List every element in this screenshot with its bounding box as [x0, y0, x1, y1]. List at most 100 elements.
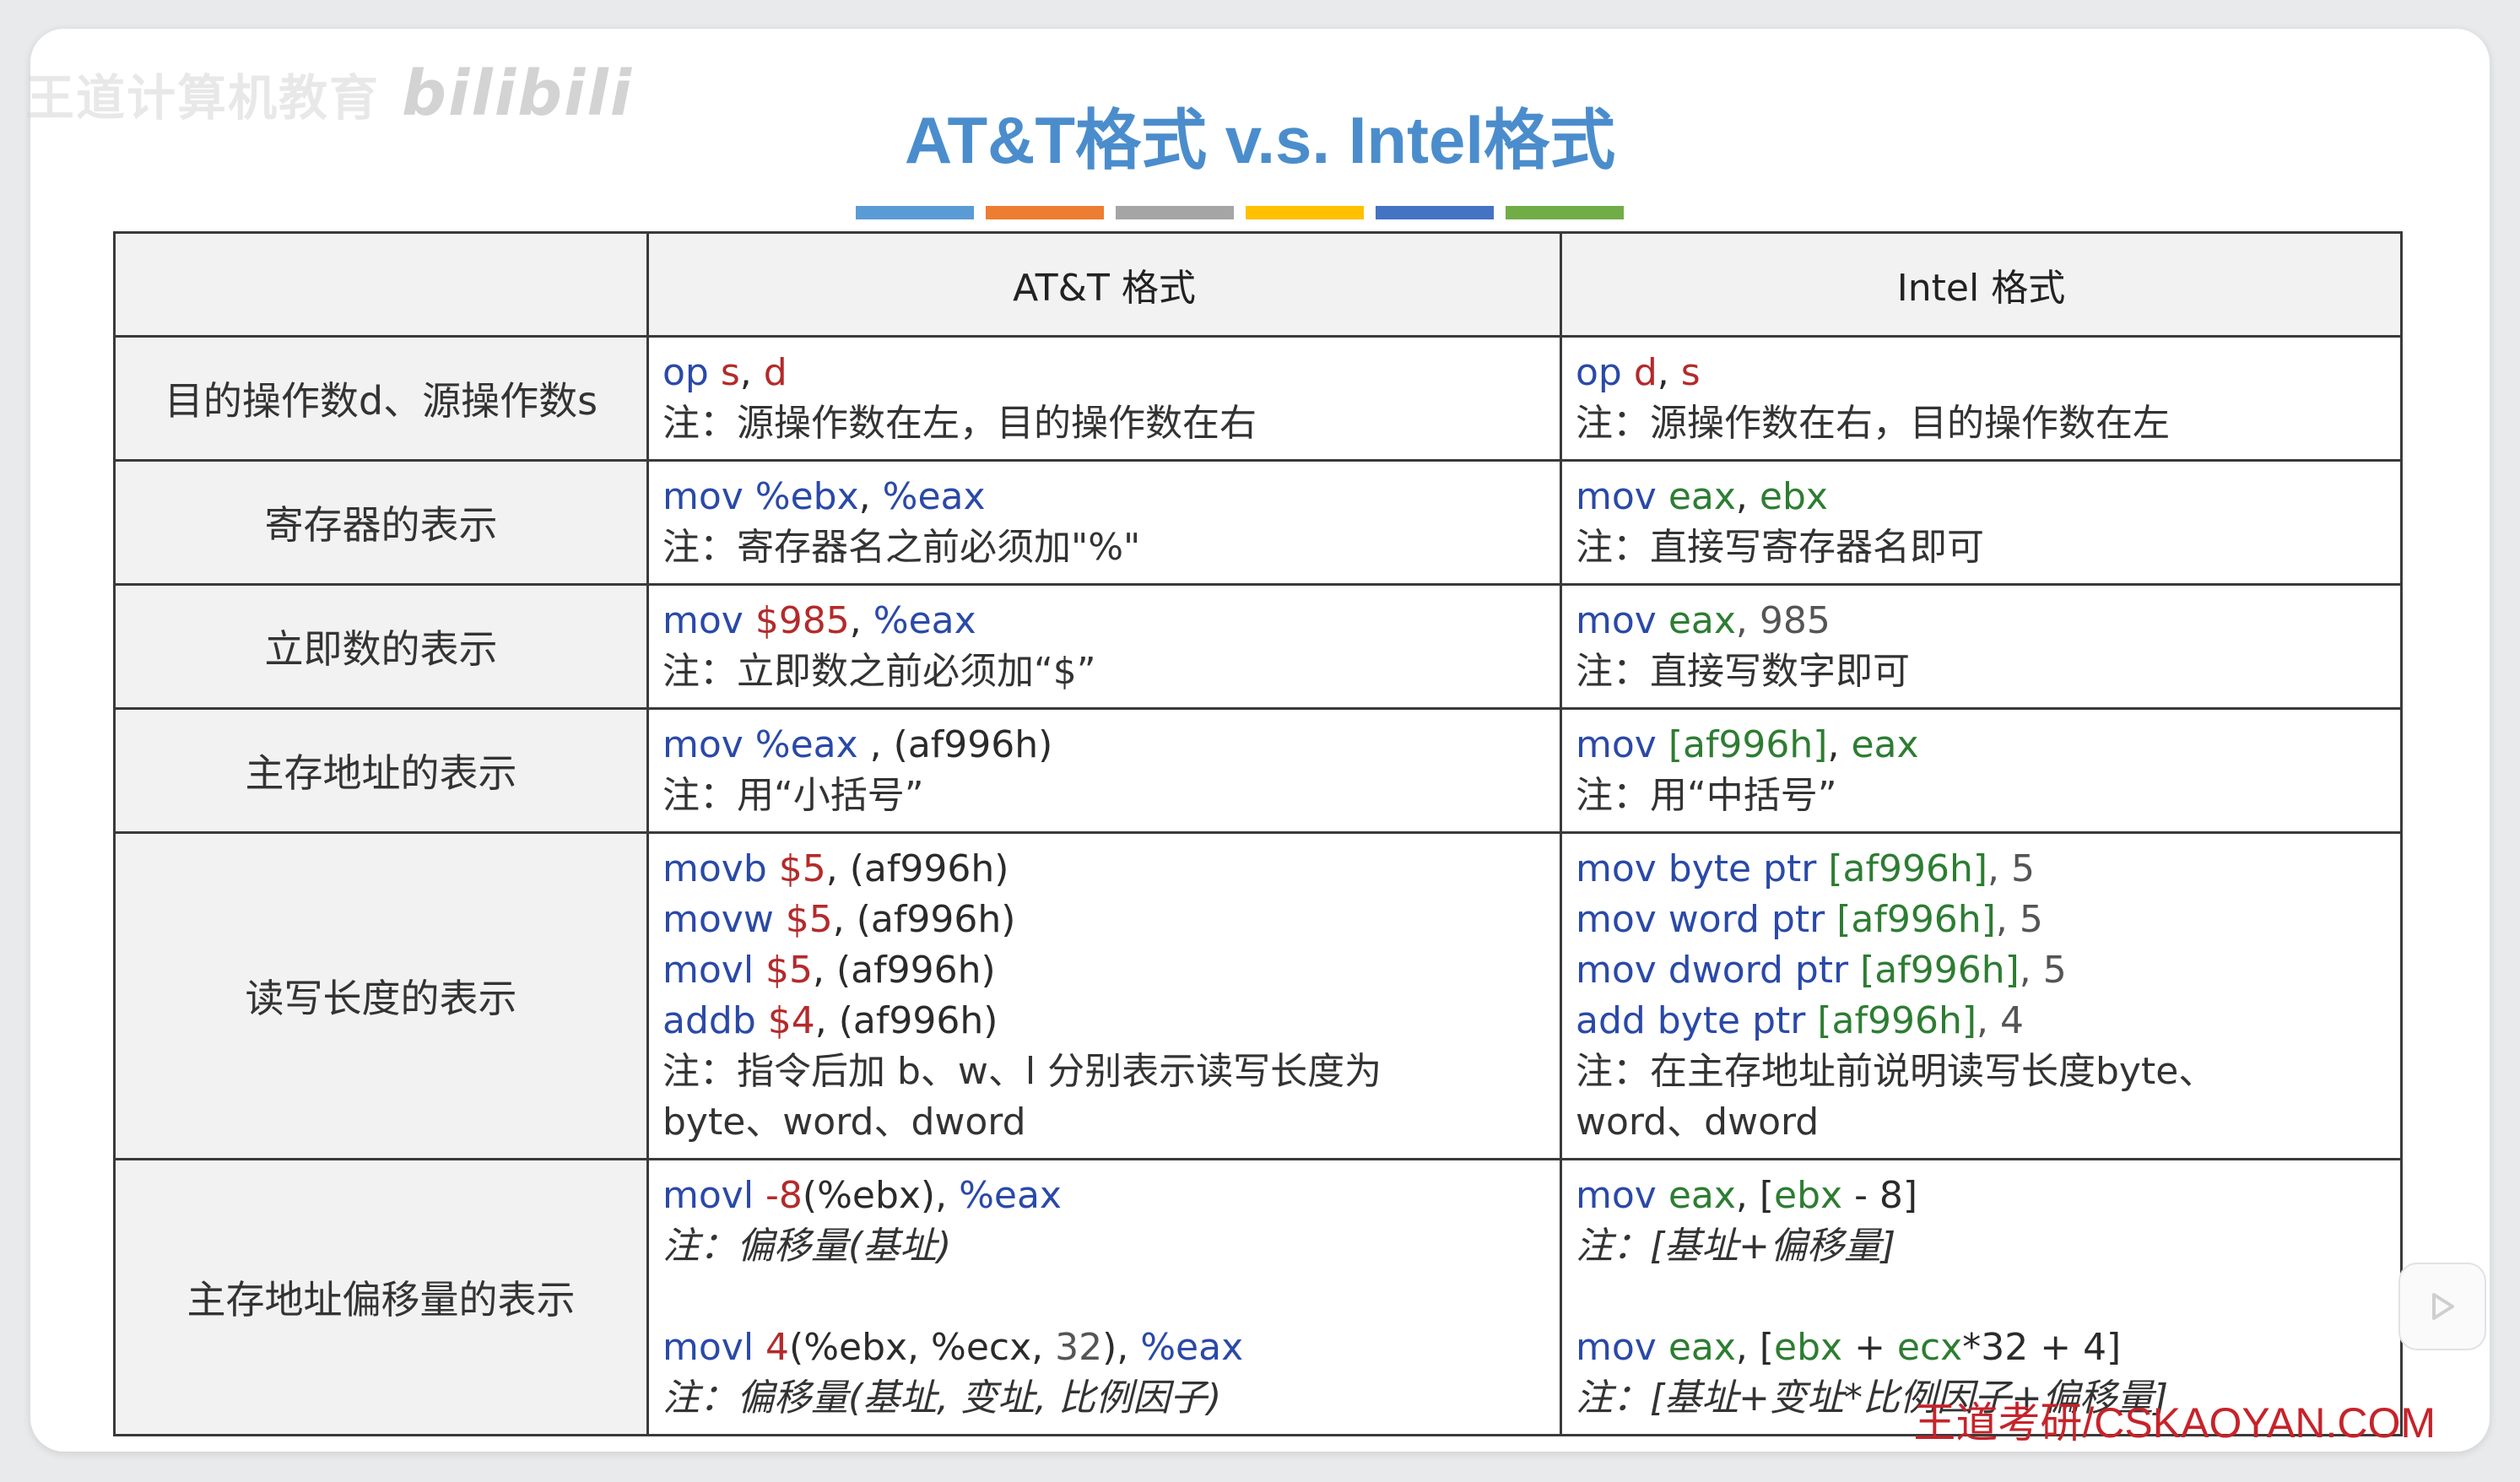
code-line: mov dword ptr [af996h], 5: [1576, 945, 2387, 996]
code-token: , 985: [1735, 599, 1831, 642]
code-line: mov word ptr [af996h], 5: [1576, 895, 2387, 945]
att-cell: op s, d 注：源操作数在左，目的操作数在右: [646, 335, 1562, 462]
code-token: ,: [1827, 723, 1852, 766]
code-token: $4: [767, 999, 815, 1042]
stripe-segment: [856, 206, 974, 219]
code-token: ebx: [1774, 1174, 1843, 1217]
stripe-segment: [986, 206, 1104, 219]
note-text: 注：立即数之前必须加“$”: [662, 650, 1096, 693]
att-cell: movb $5, (af996h) movw $5, (af996h) movl $…: [646, 831, 1562, 1160]
code-token: %eax: [1140, 1326, 1244, 1369]
code-token: [af996h]: [1836, 898, 1996, 941]
play-icon: [2432, 1293, 2454, 1320]
code-line: 注：源操作数在左，目的操作数在右: [662, 398, 1546, 449]
page-title: AT&T格式 v.s. Intel格式: [904, 103, 1616, 177]
code-token: addb: [662, 999, 768, 1042]
code-line: byte、word、dword: [662, 1097, 1546, 1148]
code-token: movb: [662, 847, 779, 890]
note-text: 注：寄存器名之前必须加"%": [662, 526, 1141, 569]
note-text: 注：源操作数在右，目的操作数在左: [1576, 402, 2170, 445]
att-cell: movl -8(%ebx), %eax 注：偏移量(基址) movl 4(%ebx,…: [646, 1158, 1562, 1436]
table-row: 读写长度的表示 movb $5, (af996h) movw $5, (af996h…: [113, 831, 2403, 1160]
note-text: 注：用“小括号”: [662, 774, 924, 817]
code-token: , 5: [1987, 847, 2035, 890]
row-label: 目的操作数d、源操作数s: [113, 335, 649, 462]
intel-cell: mov eax, 985 注：直接写数字即可: [1560, 583, 2403, 710]
note-text: byte、word、dword: [662, 1101, 1026, 1144]
code-line: mov %ebx, %eax: [662, 472, 1546, 522]
code-token: , 5: [2019, 949, 2067, 992]
code-token: mov: [1576, 599, 1668, 642]
code-token: , (af996h): [813, 949, 996, 992]
code-token: s: [1680, 351, 1701, 394]
code-line: movw $5, (af996h): [662, 895, 1546, 945]
note-text: word、dword: [1576, 1101, 1820, 1144]
code-token: ,: [858, 475, 883, 518]
code-token: , (af996h): [825, 847, 1009, 890]
code-line: mov eax, [ebx - 8]: [1576, 1171, 2387, 1221]
code-line: mov byte ptr [af996h], 5: [1576, 844, 2387, 895]
code-token: ,: [1657, 351, 1681, 394]
code-token: [af996h]: [1817, 999, 1977, 1042]
play-button[interactable]: [2398, 1263, 2486, 1350]
table-row: 主存地址的表示 mov %eax , (af996h) 注：用“小括号” mov [a…: [113, 707, 2403, 834]
code-token: d: [1633, 351, 1657, 394]
code-line: 注：偏移量(基址): [662, 1221, 1546, 1272]
code-line: mov %eax , (af996h): [662, 720, 1546, 771]
code-line: movl -8(%ebx), %eax: [662, 1171, 1546, 1221]
note-text: 注：在主存地址前说明读写长度byte、: [1576, 1050, 2216, 1093]
table-header-row: AT&T 格式 Intel 格式: [113, 231, 2403, 338]
code-token: eax: [1668, 1326, 1736, 1369]
code-token: 4: [765, 1326, 790, 1369]
code-token: %eax: [882, 475, 986, 518]
code-line: op s, d: [662, 348, 1546, 398]
code-token: movl: [662, 949, 766, 992]
table-row: 立即数的表示 mov $985, %eax 注：立即数之前必须加“$” mov eax…: [113, 583, 2403, 710]
row-label: 主存地址的表示: [113, 707, 649, 834]
code-token: , (af996h): [857, 723, 1053, 766]
code-token: ,: [849, 599, 873, 642]
code-token: mov: [1576, 1326, 1668, 1369]
code-token: eax: [1668, 1174, 1736, 1217]
code-line: 注：[基址+偏移量]: [1576, 1221, 2387, 1272]
row-label: 读写长度的表示: [113, 831, 649, 1160]
code-token: mov: [1576, 723, 1668, 766]
row-label: 寄存器的表示: [113, 459, 649, 586]
code-token: , (af996h): [832, 898, 1016, 941]
code-token: mov byte ptr: [1576, 847, 1829, 890]
code-line: op d, s: [1576, 348, 2387, 398]
code-token: -8: [765, 1174, 803, 1217]
code-token: [af996h]: [1668, 723, 1828, 766]
code-token: mov: [1576, 475, 1668, 518]
code-token: ebx: [1759, 475, 1828, 518]
code-line: movl $5, (af996h): [662, 945, 1546, 996]
code-line: movl 4(%ebx, %ecx, 32), %eax: [662, 1322, 1546, 1373]
code-token: [af996h]: [1860, 949, 2020, 992]
code-token: +: [1842, 1326, 1897, 1369]
row-label: 立即数的表示: [113, 583, 649, 710]
table-row: 寄存器的表示 mov %ebx, %eax 注：寄存器名之前必须加"%" mov ea…: [113, 459, 2403, 586]
code-token: , [: [1735, 1174, 1775, 1217]
code-line: add byte ptr [af996h], 4: [1576, 996, 2387, 1047]
code-token: , 5: [1995, 898, 2043, 941]
intel-cell: mov byte ptr [af996h], 5 mov word ptr [af…: [1560, 831, 2403, 1160]
code-token: $985: [754, 599, 850, 642]
color-stripe: [856, 206, 1624, 219]
code-line: movb $5, (af996h): [662, 844, 1546, 895]
code-token: ),: [1102, 1326, 1141, 1369]
code-line: 注：在主存地址前说明读写长度byte、: [1576, 1047, 2387, 1097]
code-token: ecx: [1896, 1326, 1963, 1369]
code-token: mov dword ptr: [1576, 949, 1861, 992]
stripe-segment: [1246, 206, 1364, 219]
row-label: 主存地址偏移量的表示: [113, 1158, 649, 1436]
code-token: %eax: [959, 1174, 1062, 1217]
code-token: movl: [662, 1174, 766, 1217]
note-text: 注：偏移量(基址): [662, 1225, 952, 1268]
code-token: eax: [1668, 475, 1736, 518]
code-line: mov eax, 985: [1576, 596, 2387, 646]
code-token: $5: [785, 898, 833, 941]
intel-cell: mov [af996h], eax 注：用“中括号”: [1560, 707, 2403, 834]
note-text: 注：偏移量(基址, 变址, 比例因子): [662, 1377, 1222, 1420]
